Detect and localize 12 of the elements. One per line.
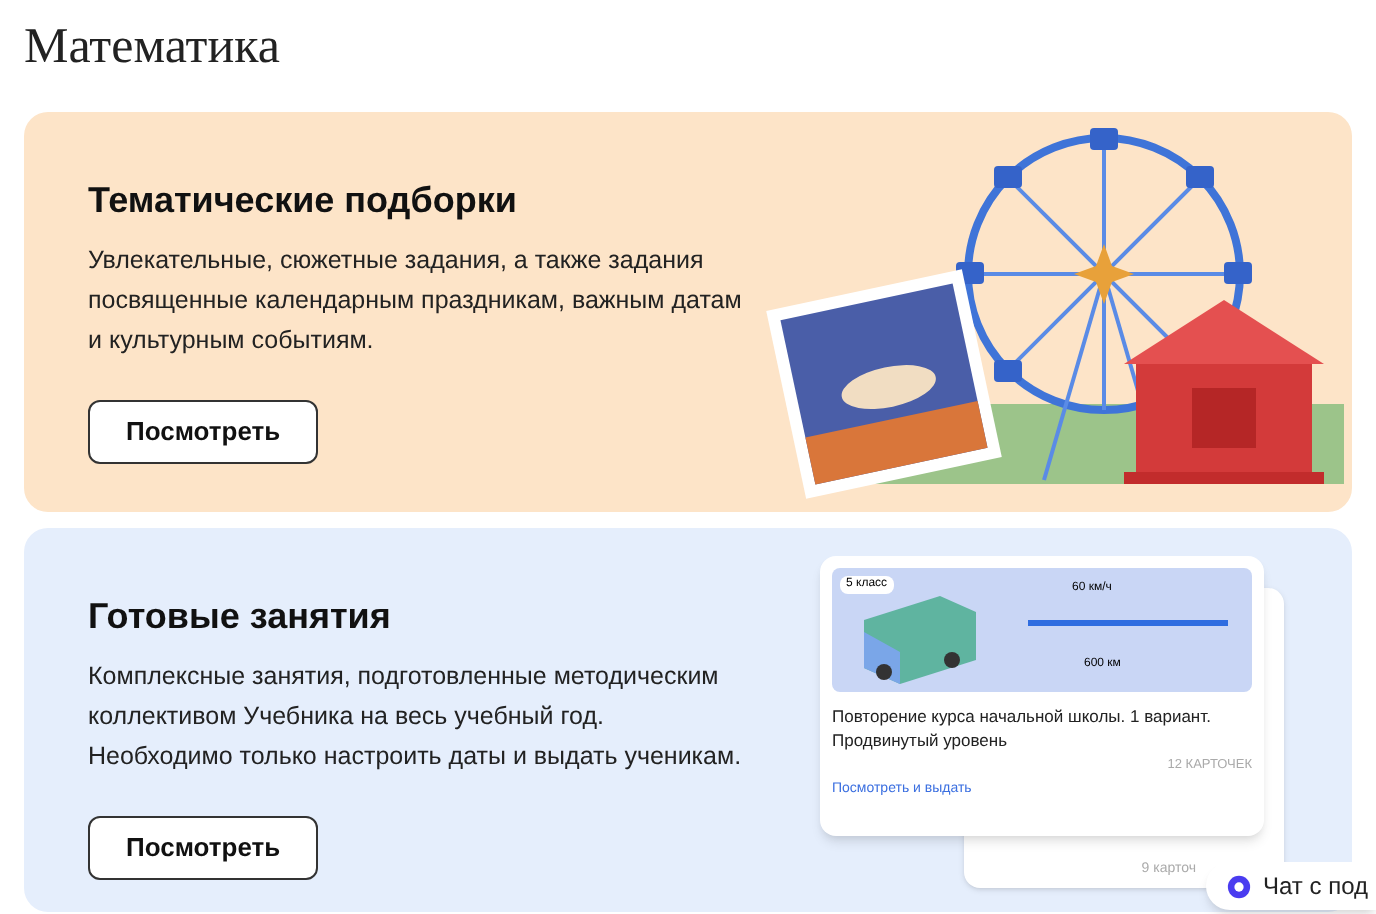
chat-icon — [1225, 873, 1252, 899]
chat-button[interactable]: Чат с под — [1205, 862, 1376, 910]
view-button[interactable]: Посмотреть — [88, 816, 319, 880]
section-description: Комплексные занятия, подготовленные методическим коллективом Учебника на весь учебный год. Необходимо только настроить даты и выдать ученикам. — [88, 660, 744, 774]
chat-label: Чат с под — [1263, 870, 1368, 904]
section-title: Готовые занятия — [88, 594, 393, 640]
lesson-title: Повторение курса начальной школы. 1 вариант. Продвинутый уровень — [832, 704, 1213, 752]
section-description: Увлекательные, сюжетные задания, а также задания посвященные календарным праздникам, важным датам и культурным событиям. — [88, 244, 744, 358]
bus-icon — [860, 592, 980, 684]
view-button[interactable]: Посмотреть — [88, 400, 319, 464]
section-title: Тематические подборки — [88, 178, 519, 224]
page-title: Математика — [24, 18, 282, 78]
